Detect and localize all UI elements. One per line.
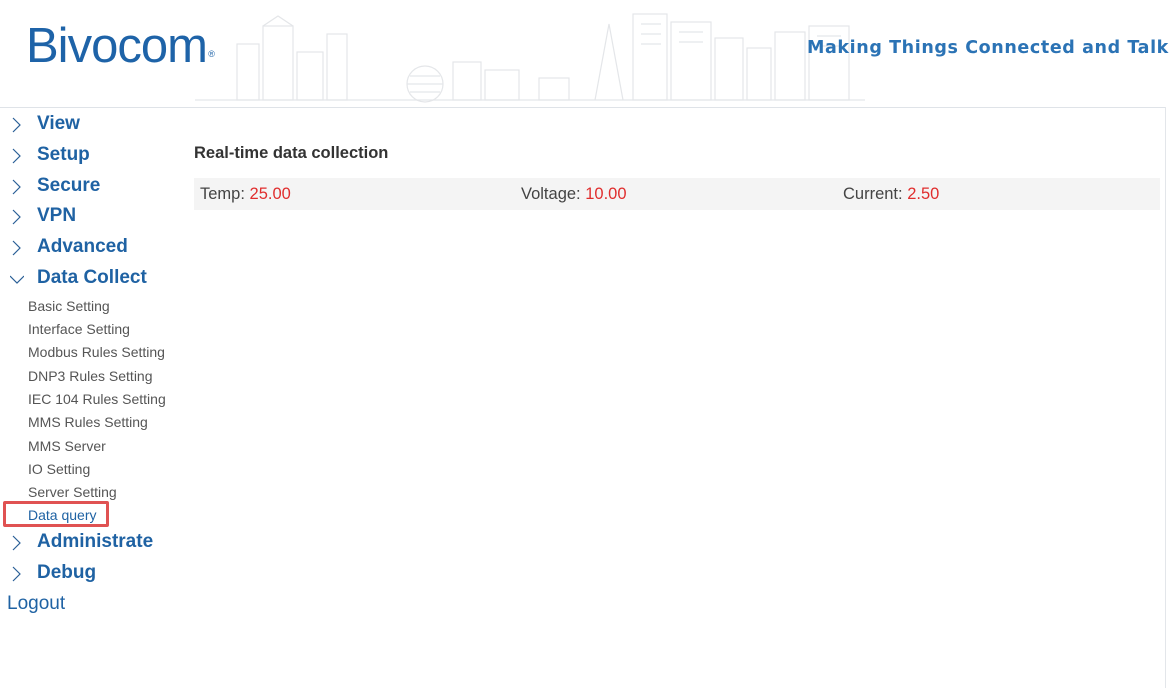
temp-readout: Temp: 25.00	[200, 178, 291, 210]
voltage-value: 10.00	[585, 185, 627, 203]
chevron-right-icon	[12, 240, 21, 256]
submenu-item-basic-setting[interactable]: Basic Setting	[0, 295, 185, 318]
submenu-item-data-query[interactable]: Data query	[0, 501, 185, 528]
sidebar-item-label: Debug	[37, 561, 97, 583]
sidebar-item-debug[interactable]: Debug	[0, 559, 185, 590]
brand-logo: Bivocom ®	[26, 16, 215, 76]
sidebar-item-advanced[interactable]: Advanced	[0, 233, 185, 264]
brand-tagline: Making Things Connected and Talk	[807, 38, 1169, 58]
chevron-right-icon	[12, 566, 21, 581]
submenu-item-io-setting[interactable]: IO Setting	[0, 458, 185, 481]
chevron-right-icon	[12, 209, 21, 225]
realtime-data-row: Temp: 25.00 Voltage: 10.00 Current: 2.50	[194, 178, 1160, 210]
current-value: 2.50	[907, 185, 940, 203]
voltage-label: Voltage:	[521, 185, 586, 203]
submenu-item-mms-rules-setting[interactable]: MMS Rules Setting	[0, 411, 185, 434]
content-right-border	[1165, 107, 1166, 688]
main-content: Real-time data collection Temp: 25.00 Vo…	[194, 140, 1160, 210]
sidebar-item-label: Data Collect	[37, 266, 147, 288]
data-collect-submenu: Basic Setting Interface Setting Modbus R…	[0, 295, 185, 528]
sidebar-item-data-collect[interactable]: Data Collect	[0, 264, 185, 295]
sidebar-item-label: View	[37, 113, 80, 134]
chevron-right-icon	[12, 117, 21, 133]
active-item-highlight-box	[3, 501, 109, 528]
current-label: Current:	[843, 185, 908, 203]
logout-link[interactable]: Logout	[0, 589, 185, 619]
chevron-right-icon	[12, 535, 21, 551]
sidebar-item-vpn[interactable]: VPN	[0, 202, 185, 233]
sidebar-nav: View Setup Secure VPN Advanced Data Coll…	[0, 110, 185, 619]
voltage-readout: Voltage: 10.00	[521, 178, 627, 210]
chevron-right-icon	[12, 148, 21, 164]
chevron-down-icon	[10, 275, 24, 284]
chevron-right-icon	[12, 179, 21, 195]
temp-value: 25.00	[249, 185, 291, 203]
sidebar-item-administrate[interactable]: Administrate	[0, 528, 185, 559]
sidebar-item-label: Administrate	[37, 530, 154, 552]
submenu-item-dnp3-rules-setting[interactable]: DNP3 Rules Setting	[0, 365, 185, 388]
submenu-item-modbus-rules-setting[interactable]: Modbus Rules Setting	[0, 341, 185, 364]
sidebar-item-label: Advanced	[37, 236, 128, 258]
current-readout: Current: 2.50	[843, 178, 939, 210]
temp-label: Temp:	[200, 185, 250, 203]
submenu-item-mms-server[interactable]: MMS Server	[0, 435, 185, 458]
page-header: Bivocom ® Making Things Connected and Tal…	[0, 0, 1169, 108]
header-divider	[0, 107, 1166, 108]
sidebar-item-setup[interactable]: Setup	[0, 141, 185, 172]
sidebar-item-secure[interactable]: Secure	[0, 172, 185, 203]
sidebar-item-label: VPN	[37, 205, 77, 227]
logo-text: Bivocom	[26, 19, 208, 73]
city-skyline-illustration	[195, 13, 865, 103]
submenu-item-interface-setting[interactable]: Interface Setting	[0, 318, 185, 341]
sidebar-item-view[interactable]: View	[0, 110, 185, 141]
sidebar-item-label: Secure	[37, 174, 101, 196]
sidebar-item-label: Setup	[37, 143, 90, 165]
page-title: Real-time data collection	[194, 144, 389, 162]
submenu-item-iec104-rules-setting[interactable]: IEC 104 Rules Setting	[0, 388, 185, 411]
